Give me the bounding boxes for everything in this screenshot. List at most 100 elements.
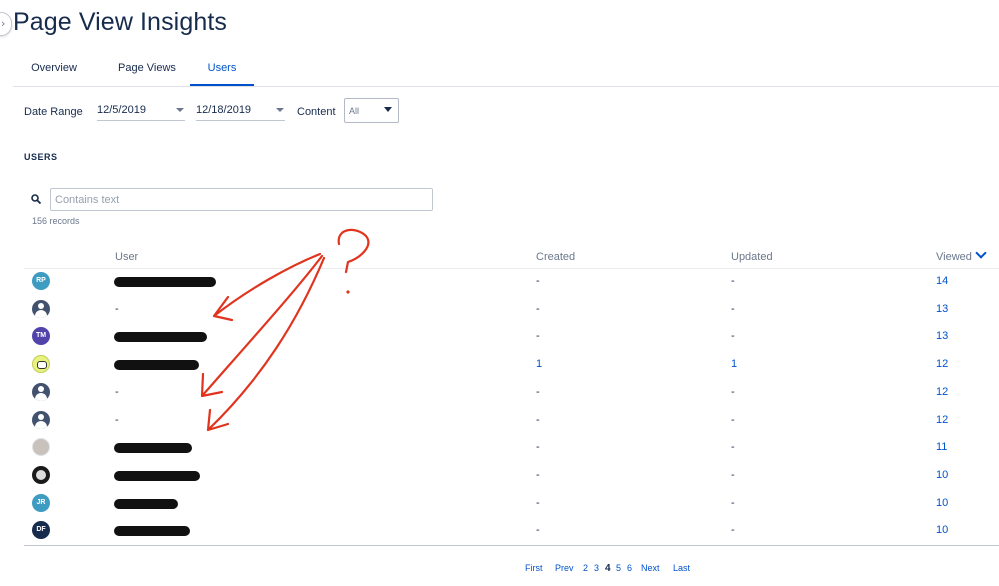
tab-overview[interactable]: Overview: [13, 52, 95, 84]
created-cell: -: [536, 497, 540, 509]
redacted-user-name: [114, 526, 190, 536]
created-cell: -: [536, 414, 540, 426]
chevron-down-icon: [176, 108, 184, 112]
redacted-user-name: [114, 443, 192, 453]
user-name[interactable]: -: [115, 414, 119, 426]
pagination-page[interactable]: 2: [583, 563, 588, 573]
updated-cell: -: [731, 497, 735, 509]
pagination-next[interactable]: Next: [641, 563, 660, 573]
viewed-count-link[interactable]: 13: [936, 303, 948, 315]
pagination-page[interactable]: 3: [594, 563, 599, 573]
created-cell: -: [536, 441, 540, 453]
created-cell: -: [536, 303, 540, 315]
updated-cell: -: [731, 330, 735, 342]
viewed-count-link[interactable]: 12: [936, 358, 948, 370]
current-page-number: 4: [605, 563, 611, 574]
avatar[interactable]: RP: [32, 272, 50, 290]
viewed-count-link[interactable]: 10: [936, 469, 948, 481]
viewed-count-link[interactable]: 14: [936, 275, 948, 287]
table-row[interactable]: - - 11: [24, 435, 999, 462]
column-header-viewed-label: Viewed: [936, 251, 972, 263]
sidebar-collapse-handle[interactable]: ›: [0, 12, 12, 36]
annotation-question-curve: [337, 228, 370, 274]
search-input[interactable]: [50, 188, 433, 211]
column-header-updated[interactable]: Updated: [731, 251, 773, 263]
dropdown-arrow-icon: [384, 107, 392, 112]
table-row[interactable]: 1 1 12: [24, 352, 999, 379]
avatar[interactable]: DF: [32, 521, 50, 539]
table-row[interactable]: JR - - 10: [24, 491, 999, 518]
created-cell: -: [536, 330, 540, 342]
start-date-value: 12/5/2019: [97, 104, 146, 116]
created-cell: -: [536, 469, 540, 481]
viewed-count-link[interactable]: 12: [936, 386, 948, 398]
end-date-value: 12/18/2019: [196, 104, 252, 116]
pagination-last[interactable]: Last: [673, 563, 690, 573]
default-user-avatar-icon[interactable]: [32, 300, 50, 318]
updated-count-link[interactable]: 1: [731, 358, 737, 370]
updated-cell: -: [731, 386, 735, 398]
page-title: Page View Insights: [13, 8, 227, 36]
avatar[interactable]: JR: [32, 494, 50, 512]
created-cell: -: [536, 524, 540, 536]
table-row[interactable]: - - - 12: [24, 380, 999, 407]
user-name[interactable]: -: [115, 303, 119, 315]
created-count-link[interactable]: 1: [536, 358, 542, 370]
content-select[interactable]: All: [344, 98, 399, 123]
pagination-prev[interactable]: Prev: [555, 563, 574, 573]
updated-cell: -: [731, 414, 735, 426]
chevron-down-icon: [276, 108, 284, 112]
content-label: Content: [297, 106, 336, 118]
column-header-user[interactable]: User: [115, 251, 138, 263]
user-photo-avatar[interactable]: [32, 466, 50, 484]
avatar[interactable]: TM: [32, 327, 50, 345]
tab-bar: Overview Page Views Users: [13, 52, 999, 87]
redacted-user-name: [114, 360, 199, 370]
pagination-page[interactable]: 6: [627, 563, 632, 573]
table-row[interactable]: TM - - 13: [24, 324, 999, 351]
updated-cell: -: [731, 441, 735, 453]
pagination-page-current: 4: [605, 563, 611, 574]
updated-cell: -: [731, 275, 735, 287]
pagination-page[interactable]: 5: [616, 563, 621, 573]
created-cell: -: [536, 275, 540, 287]
tab-page-views[interactable]: Page Views: [103, 52, 191, 84]
start-date-picker[interactable]: 12/5/2019: [97, 100, 185, 121]
tab-users[interactable]: Users: [190, 52, 254, 86]
updated-cell: -: [731, 524, 735, 536]
updated-cell: -: [731, 303, 735, 315]
created-cell: -: [536, 386, 540, 398]
chevron-right-icon: ›: [1, 17, 6, 30]
table-row[interactable]: - - - 12: [24, 408, 999, 435]
redacted-user-name: [114, 277, 216, 287]
search-icon: [31, 194, 41, 204]
table-row[interactable]: RP - - 14: [24, 269, 999, 296]
table-footer-divider: [24, 545, 999, 546]
viewed-count-link[interactable]: 11: [936, 441, 947, 453]
pagination-first[interactable]: First: [525, 563, 543, 573]
sort-descending-icon: [975, 247, 987, 259]
viewed-count-link[interactable]: 12: [936, 414, 948, 426]
viewed-count-link[interactable]: 13: [936, 330, 948, 342]
table-row[interactable]: DF - - 10: [24, 518, 999, 545]
viewed-count-link[interactable]: 10: [936, 524, 948, 536]
column-header-viewed[interactable]: Viewed: [936, 247, 987, 263]
user-photo-avatar[interactable]: [32, 438, 50, 456]
redacted-user-name: [114, 499, 178, 509]
default-user-avatar-icon[interactable]: [32, 411, 50, 429]
redacted-user-name: [114, 471, 200, 481]
column-header-created[interactable]: Created: [536, 251, 575, 263]
records-count: 156 records: [32, 216, 80, 226]
viewed-count-link[interactable]: 10: [936, 497, 948, 509]
updated-cell: -: [731, 469, 735, 481]
table-row[interactable]: - - 10: [24, 463, 999, 490]
user-name[interactable]: -: [115, 386, 119, 398]
content-select-value: All: [349, 106, 360, 116]
table-row[interactable]: - - - 13: [24, 297, 999, 324]
end-date-picker[interactable]: 12/18/2019: [196, 100, 285, 121]
users-section-heading: USERS: [24, 152, 58, 162]
panda-avatar-icon[interactable]: [32, 355, 50, 373]
date-range-label: Date Range: [24, 106, 83, 118]
default-user-avatar-icon[interactable]: [32, 383, 50, 401]
redacted-user-name: [114, 332, 207, 342]
